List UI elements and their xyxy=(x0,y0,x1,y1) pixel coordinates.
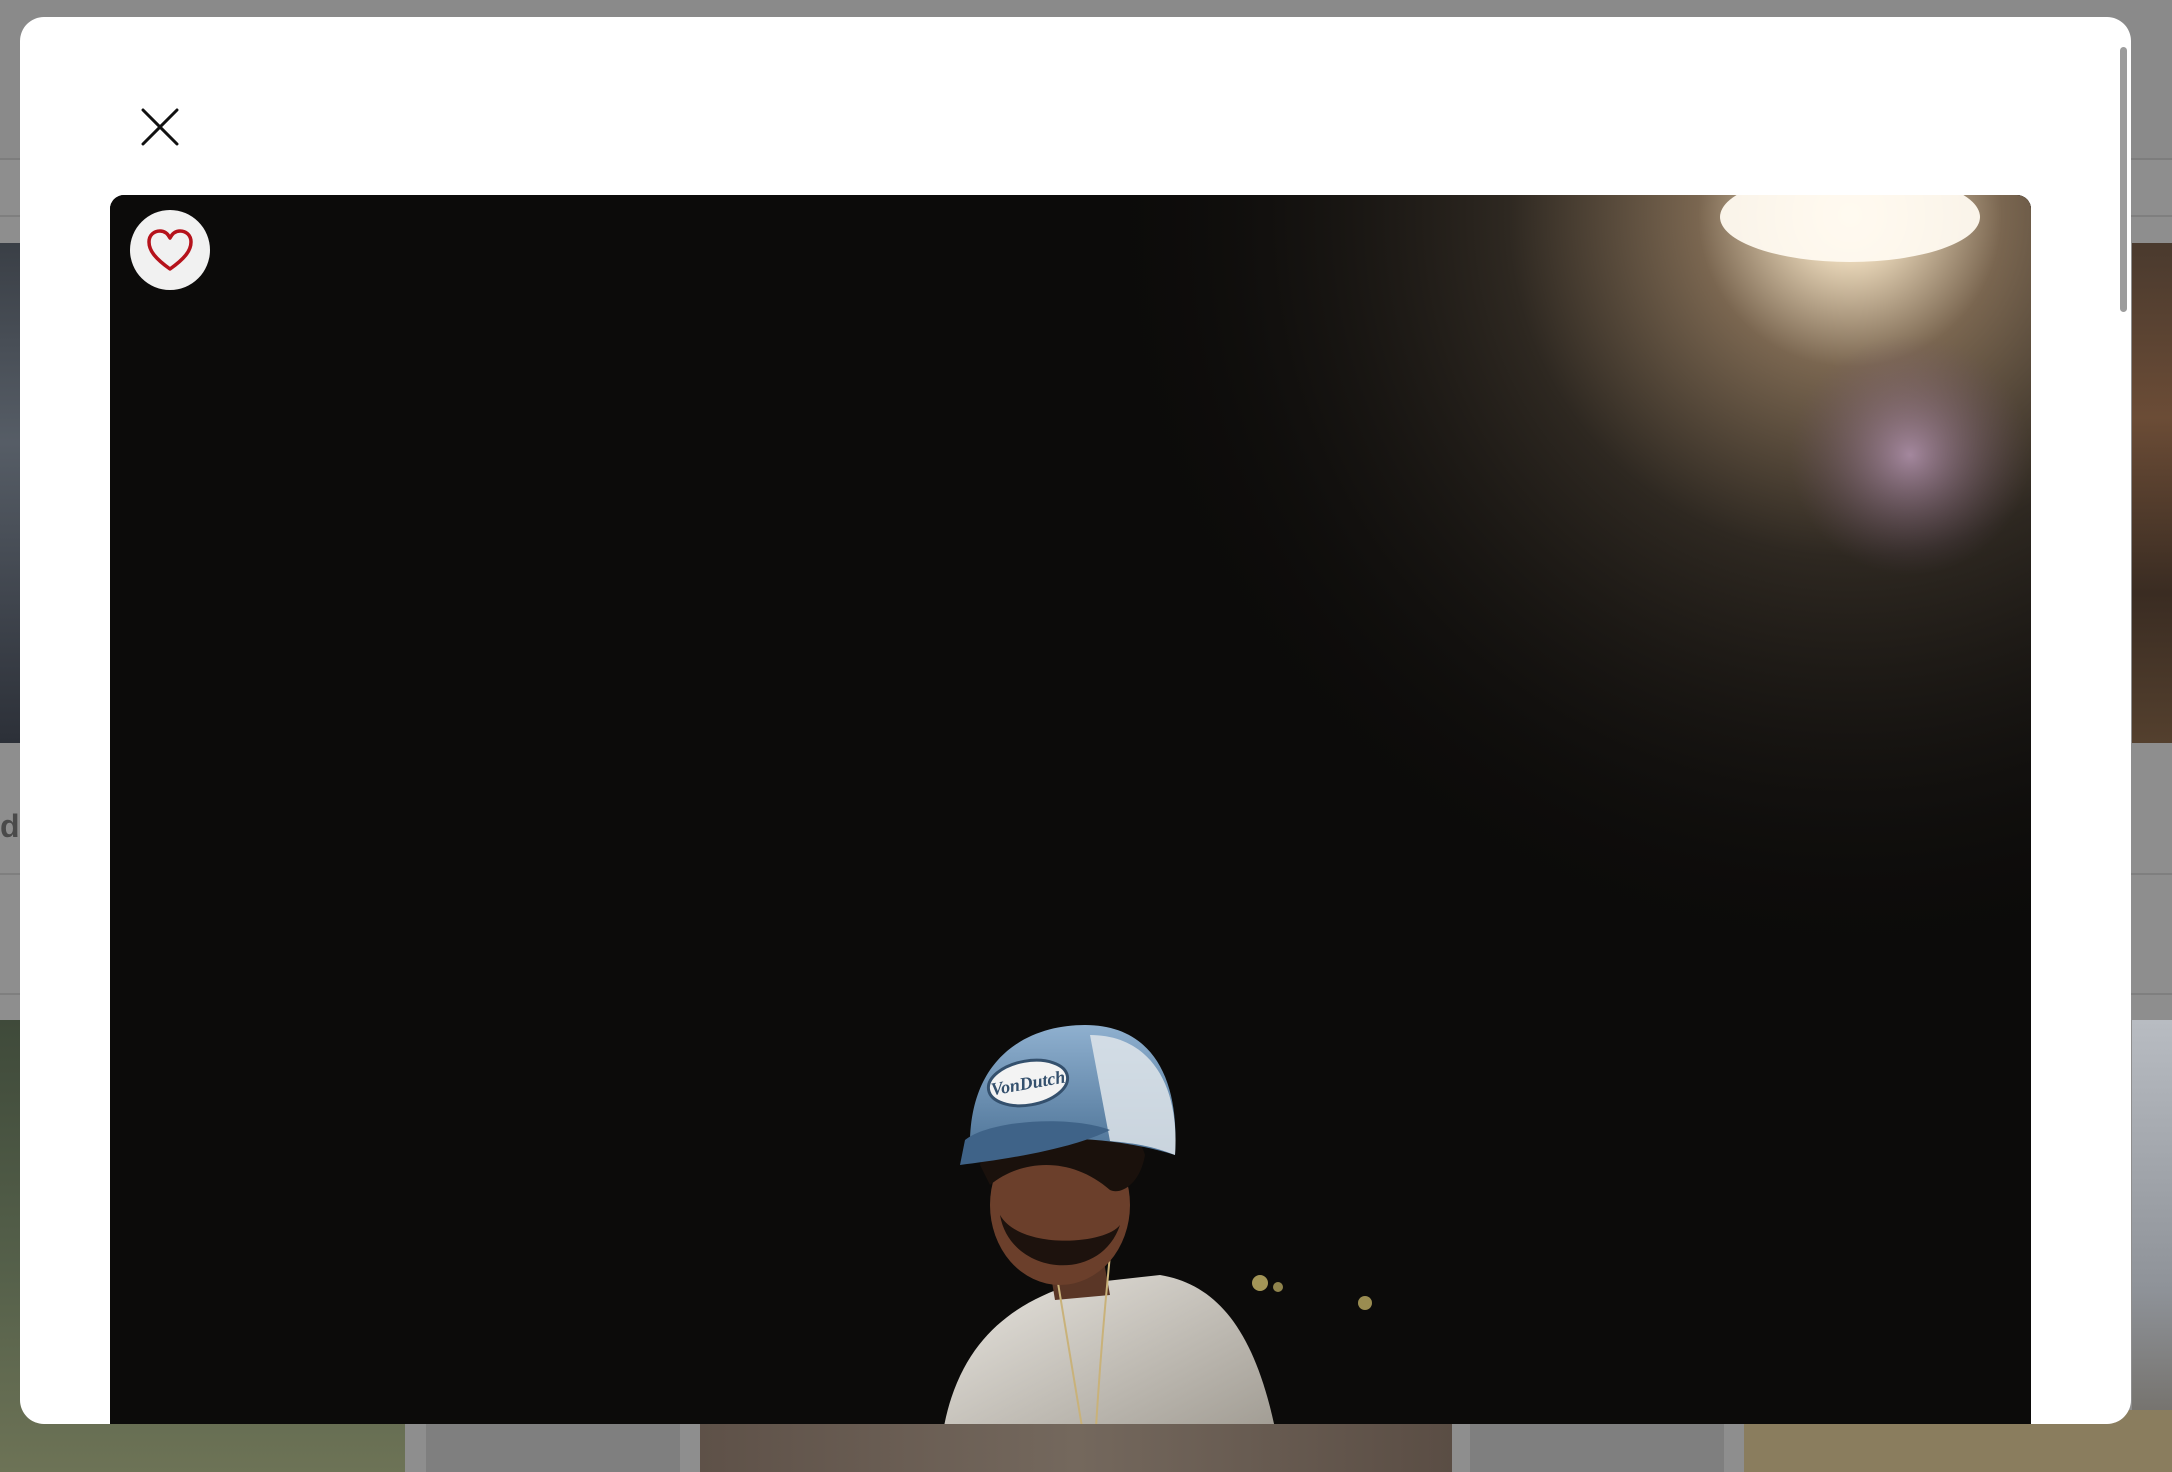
photo-image: VonDutch xyxy=(110,195,2031,1424)
heart-icon xyxy=(147,229,193,271)
close-icon xyxy=(141,108,179,146)
photo-modal: VonDutch xyxy=(20,17,2131,1424)
background-photo-thumbnail xyxy=(2132,243,2172,743)
background-photo-thumbnail xyxy=(2132,1020,2172,1472)
close-button[interactable] xyxy=(130,97,190,157)
background-photo-thumbnail xyxy=(0,243,20,743)
photo: VonDutch xyxy=(110,195,2031,1424)
modal-scrollbar-thumb[interactable] xyxy=(2120,47,2127,312)
like-button[interactable] xyxy=(130,210,210,290)
